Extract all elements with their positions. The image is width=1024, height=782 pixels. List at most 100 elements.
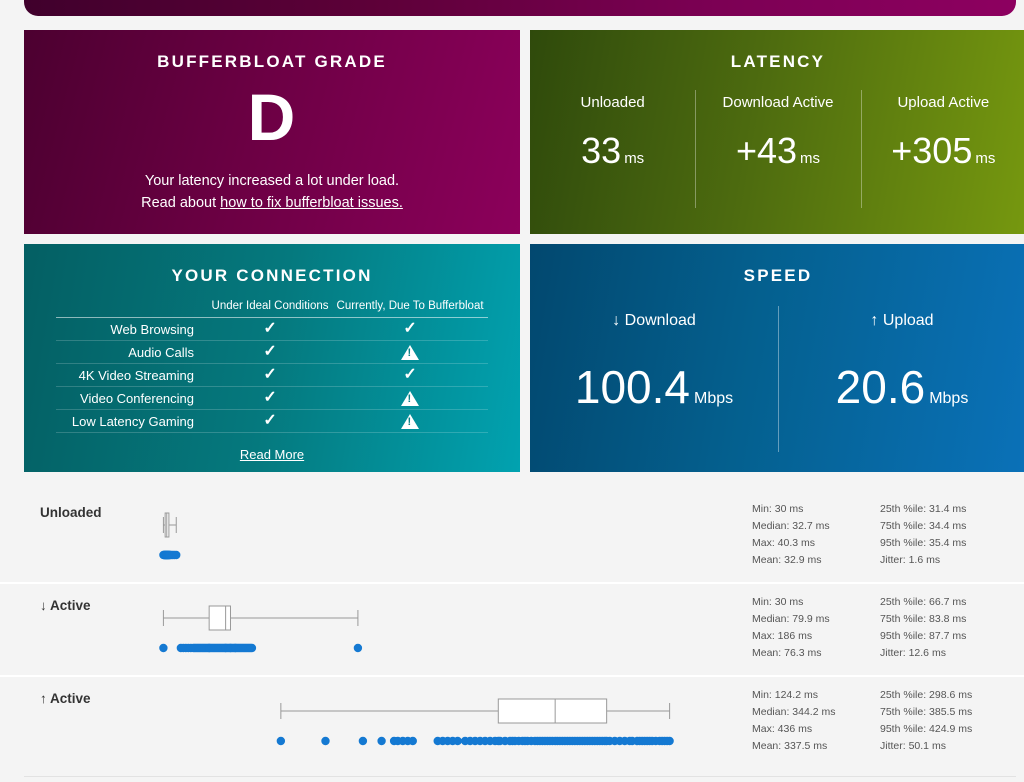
speed-card: SPEED ↓ Download 100.4 Mbps ↑ Upload 20.6… — [530, 244, 1024, 472]
connection-row-label: Web Browsing — [56, 317, 208, 341]
check-icon: ✓ — [208, 409, 333, 433]
latency-label-unloaded: Unloaded — [580, 94, 645, 111]
latency-unit-download-active: ms — [800, 150, 821, 167]
latency-label-download-active: Download Active — [722, 94, 834, 111]
speed-card-title: SPEED — [743, 266, 813, 285]
page-surface: BUFFERBLOAT GRADE D Your latency increas… — [0, 16, 1024, 782]
latency-stat-row: ↑ Active Min: 124.2 ms 25th %ile: 298.6 ms… — [0, 675, 1024, 768]
latency-column-unloaded: Unloaded 33 ms — [530, 94, 695, 210]
speed-unit-download: Mbps — [694, 390, 734, 407]
connection-table-head: Under Ideal Conditions Currently, Due To… — [56, 300, 488, 318]
grade-description: Your latency increased a lot under load.… — [24, 170, 520, 215]
grade-card-title: BUFFERBLOAT GRADE — [157, 52, 387, 71]
latency-stat-item: Max: 40.3 ms — [752, 537, 816, 549]
connection-table-body: Web Browsing ✓ ✓ Audio Calls ✓ 4K Video Strea… — [56, 317, 488, 433]
table-row: Low Latency Gaming ✓ — [56, 409, 488, 433]
bufferbloat-grade-card: BUFFERBLOAT GRADE D Your latency increas… — [24, 30, 520, 234]
check-icon: ✓ — [208, 340, 333, 364]
latency-stat-item: Median: 79.9 ms — [752, 613, 830, 625]
latency-stat-item: 25th %ile: 66.7 ms — [880, 596, 967, 608]
latency-number-unloaded: 33 — [581, 130, 622, 171]
latency-number-download-active: +43 — [735, 130, 798, 171]
connection-header-blank — [56, 300, 208, 318]
latency-distribution-section: Unloaded Min: 30 ms 25th %ile: 31.4 ms Medi… — [0, 491, 1024, 768]
latency-stat-item: Mean: 76.3 ms — [752, 647, 822, 659]
footer-divider — [24, 776, 1016, 777]
grade-description-line: Your latency increased a lot under load. — [144, 173, 400, 189]
brand-header-bar — [24, 0, 1016, 16]
connection-row-label: Low Latency Gaming — [56, 409, 208, 433]
latency-card-title: LATENCY — [730, 52, 826, 71]
warning-triangle-icon — [401, 344, 420, 360]
latency-stat-item: 75th %ile: 83.8 ms — [880, 613, 967, 625]
warning-triangle-icon — [401, 413, 420, 429]
latency-value-download-active: +43 ms — [695, 133, 860, 169]
connection-row-label: Audio Calls — [56, 340, 208, 364]
latency-boxplot — [120, 497, 720, 575]
check-glyph: ✓ — [263, 343, 277, 360]
grade-letter: D — [247, 80, 297, 154]
check-icon: ✓ — [332, 317, 488, 341]
speed-column-download: ↓ Download 100.4 Mbps — [530, 312, 778, 462]
latency-stat-grid: Min: 30 ms 25th %ile: 66.7 ms Median: 79.9… — [752, 594, 1014, 662]
connection-row-label: 4K Video Streaming — [56, 363, 208, 387]
latency-column-download-active: Download Active +43 ms — [695, 90, 860, 210]
check-icon: ✓ — [332, 363, 488, 387]
check-glyph: ✓ — [403, 366, 417, 383]
latency-columns: Unloaded 33 ms Download Active +43 ms Uplo… — [530, 90, 1024, 210]
read-more-link[interactable]: Read More — [240, 447, 304, 462]
latency-number-upload-active: +305 — [891, 130, 973, 171]
connection-header-ideal: Under Ideal Conditions — [208, 300, 333, 318]
latency-unit-unloaded: ms — [624, 150, 645, 167]
speed-number-upload: 20.6 — [835, 361, 926, 413]
latency-label-upload-active: Upload Active — [897, 94, 990, 111]
latency-stat-row: ↓ Active Min: 30 ms 25th %ile: 66.7 ms Medi… — [0, 582, 1024, 675]
latency-stat-item: Jitter: 12.6 ms — [880, 647, 946, 659]
warning-icon — [332, 409, 488, 433]
latency-value-upload-active: +305 ms — [861, 133, 1024, 169]
warning-icon — [332, 386, 488, 410]
connection-row-label: Video Conferencing — [56, 386, 208, 410]
connection-capability-table: Under Ideal Conditions Currently, Due To… — [56, 300, 488, 433]
latency-stat-item: Max: 186 ms — [752, 630, 813, 642]
latency-boxplot — [120, 683, 720, 761]
latency-stat-item: 95th %ile: 424.9 ms — [880, 723, 973, 735]
speed-label-upload: ↑ Upload — [870, 312, 934, 329]
speed-unit-upload: Mbps — [929, 390, 969, 407]
fix-bufferbloat-link[interactable]: how to fix bufferbloat issues. — [220, 195, 403, 211]
connection-read-more: Read More — [24, 447, 520, 462]
latency-stat-item: Median: 32.7 ms — [752, 520, 830, 532]
speed-column-upload: ↑ Upload 20.6 Mbps — [778, 306, 1024, 462]
check-icon: ✓ — [208, 386, 333, 410]
latency-stat-grid: Min: 124.2 ms 25th %ile: 298.6 ms Median: … — [752, 687, 1014, 755]
table-row: 4K Video Streaming ✓ ✓ — [56, 363, 488, 387]
grade-readabout-prefix: Read about — [141, 195, 221, 212]
latency-stat-item: Median: 344.2 ms — [752, 706, 836, 718]
latency-stat-item: 75th %ile: 34.4 ms — [880, 520, 967, 532]
bufferbloat-test-results-page: BUFFERBLOAT GRADE D Your latency increas… — [0, 0, 1024, 782]
check-glyph: ✓ — [263, 412, 277, 429]
latency-stat-item: 25th %ile: 31.4 ms — [880, 503, 967, 515]
check-glyph: ✓ — [263, 389, 277, 406]
speed-columns: ↓ Download 100.4 Mbps ↑ Upload 20.6 Mbps — [530, 306, 1024, 462]
latency-boxplot — [120, 590, 720, 668]
latency-stat-row: Unloaded Min: 30 ms 25th %ile: 31.4 ms Medi… — [0, 491, 1024, 582]
table-row: Video Conferencing ✓ — [56, 386, 488, 410]
summary-cards-grid: BUFFERBLOAT GRADE D Your latency increas… — [24, 30, 1024, 472]
latency-stat-item: Mean: 32.9 ms — [752, 554, 822, 566]
check-icon: ✓ — [208, 317, 333, 341]
latency-stat-item: Mean: 337.5 ms — [752, 740, 828, 752]
latency-stat-item: Jitter: 1.6 ms — [880, 554, 941, 566]
latency-stat-item: 95th %ile: 35.4 ms — [880, 537, 967, 549]
check-glyph: ✓ — [403, 320, 417, 337]
table-row: Audio Calls ✓ — [56, 340, 488, 364]
latency-stat-item: Jitter: 50.1 ms — [880, 740, 946, 752]
connection-card-title: YOUR CONNECTION — [171, 266, 373, 285]
latency-stat-item: Min: 30 ms — [752, 596, 804, 608]
check-glyph: ✓ — [263, 320, 277, 337]
connection-header-current: Currently, Due To Bufferbloat — [332, 300, 488, 318]
latency-stat-item: Min: 124.2 ms — [752, 689, 818, 701]
latency-unit-upload-active: ms — [975, 150, 996, 167]
warning-triangle-icon — [401, 390, 420, 406]
latency-stat-item: Max: 436 ms — [752, 723, 813, 735]
